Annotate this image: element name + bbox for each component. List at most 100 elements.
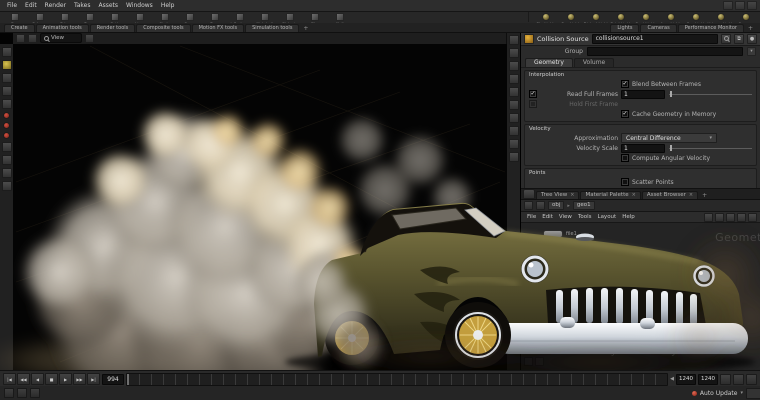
pane-tab[interactable]: Tree View×	[536, 191, 579, 200]
camera-pill[interactable]: No cam	[465, 53, 502, 63]
pointer-icon[interactable]	[704, 213, 713, 222]
shelf-tab[interactable]: Cameras	[640, 24, 676, 32]
menu-item[interactable]: Render	[41, 2, 70, 9]
shelf-tab[interactable]: Simulation tools	[245, 24, 299, 32]
group-picker-icon[interactable]: ▾	[747, 47, 756, 56]
zoom-in-icon[interactable]	[524, 357, 533, 366]
transport-button[interactable]: |◀	[3, 373, 16, 385]
viewport-mode-field[interactable]: View	[40, 33, 82, 43]
network-menu-item[interactable]: Edit	[539, 214, 556, 220]
secure-selection-icon[interactable]	[28, 34, 37, 43]
shelf-tab[interactable]: Lights	[610, 24, 639, 32]
transport-button[interactable]: ▶▶	[73, 373, 86, 385]
viewport-tool-icon[interactable]	[2, 168, 12, 178]
range-arrow-icon[interactable]: ◀	[670, 376, 674, 382]
read-full-frames-enable-checkbox[interactable]	[529, 90, 537, 98]
memory-monitor[interactable]	[746, 388, 760, 399]
group-input[interactable]	[587, 47, 743, 56]
menu-item[interactable]: Assets	[94, 2, 122, 9]
network-editor[interactable]: Geometry file1 Hold 6 or Pad0 to drag ha…	[521, 223, 760, 370]
network-menu-item[interactable]: File	[524, 214, 539, 220]
hold-first-frame-enable-checkbox[interactable]	[529, 100, 537, 108]
viewport-tool-icon[interactable]	[2, 73, 12, 83]
toolbar-icon[interactable]	[723, 1, 733, 10]
display-option-icon[interactable]	[509, 100, 519, 110]
message-log-icon[interactable]	[4, 388, 14, 398]
transport-button[interactable]: ▶|	[87, 373, 100, 385]
snapshot-icon[interactable]	[411, 52, 422, 63]
pane-split-icon[interactable]	[523, 189, 535, 199]
timeline-ruler[interactable]	[126, 373, 668, 386]
display-option-icon[interactable]	[509, 139, 519, 149]
display-option-icon[interactable]	[509, 126, 519, 136]
toolbar-icon[interactable]	[735, 1, 745, 10]
tab-volume[interactable]: Volume	[574, 58, 614, 67]
select-mode-icon[interactable]	[16, 34, 25, 43]
network-menu-item[interactable]: Layout	[595, 214, 620, 220]
shelf-tab[interactable]: Performance Monitor	[678, 24, 744, 32]
close-tab-icon[interactable]: ×	[570, 193, 574, 199]
shelf-tab[interactable]: Render tools	[90, 24, 135, 32]
display-option-icon[interactable]	[509, 87, 519, 97]
compute-angular-velocity-checkbox[interactable]	[621, 154, 629, 162]
network-menu-item[interactable]: Help	[619, 214, 638, 220]
help-flag-icon[interactable]	[17, 388, 27, 398]
transport-button[interactable]: ▶	[59, 373, 72, 385]
cook-mode-dropdown[interactable]: Auto Update	[700, 390, 743, 397]
breadcrumb-obj[interactable]: obj	[548, 201, 564, 210]
snap-icon[interactable]	[715, 213, 724, 222]
pane-tab[interactable]: Material Palette×	[580, 191, 640, 200]
read-full-frames-input[interactable]: 1	[621, 90, 665, 99]
network-node[interactable]: file1	[543, 230, 577, 238]
toolbar-icon[interactable]	[747, 1, 757, 10]
network-menu-item[interactable]: View	[556, 214, 575, 220]
menu-item[interactable]: Help	[157, 2, 179, 9]
zoom-out-icon[interactable]	[535, 357, 544, 366]
velocity-scale-input[interactable]: 1	[621, 144, 665, 153]
range-end-field[interactable]: 1240	[698, 374, 718, 385]
viewport-tool-icon[interactable]	[2, 181, 12, 191]
viewport-tool-icon[interactable]	[2, 142, 12, 152]
pane-tab[interactable]: Asset Browser×	[642, 191, 698, 200]
close-tab-icon[interactable]: ×	[632, 193, 636, 199]
tab-geometry[interactable]: Geometry	[525, 58, 573, 67]
shelf-tab[interactable]: Motion FX tools	[192, 24, 245, 32]
breadcrumb-geo[interactable]: geo1	[573, 201, 595, 210]
approximation-dropdown[interactable]: Central Difference	[621, 133, 717, 143]
viewport-tool-icon[interactable]	[2, 60, 12, 70]
current-frame-field[interactable]: 994	[102, 374, 124, 385]
menu-item[interactable]: Windows	[122, 2, 157, 9]
viewport-tool-icon[interactable]	[3, 132, 10, 139]
add-pane-tab-button[interactable]: +	[699, 192, 710, 199]
context-help-icon[interactable]	[30, 388, 40, 398]
back-arrow-icon[interactable]	[524, 201, 533, 210]
viewport-tool-icon[interactable]	[3, 122, 10, 129]
display-option-icon[interactable]	[509, 74, 519, 84]
scatter-points-checkbox[interactable]	[621, 178, 629, 186]
forward-arrow-icon[interactable]	[536, 201, 545, 210]
node-name-field[interactable]: collisionsource1	[592, 34, 718, 44]
realtime-toggle-icon[interactable]	[733, 374, 744, 385]
transport-button[interactable]: ■	[45, 373, 58, 385]
viewport-tool-icon[interactable]	[2, 86, 12, 96]
read-full-frames-slider[interactable]	[668, 90, 754, 98]
menu-item[interactable]: File	[3, 2, 21, 9]
display-option-icon[interactable]	[509, 35, 519, 45]
display-option-icon[interactable]	[509, 48, 519, 58]
gear-icon[interactable]: ●	[747, 34, 757, 44]
grid-icon[interactable]	[726, 213, 735, 222]
shelf-tab[interactable]: Composite tools	[136, 24, 190, 32]
network-menu-item[interactable]: Tools	[575, 214, 595, 220]
selection-filter-icon[interactable]	[85, 34, 94, 43]
scene-viewport[interactable]: View persp1 No cam	[0, 32, 520, 370]
velocity-scale-slider[interactable]	[668, 144, 754, 152]
viewport-tool-icon[interactable]	[2, 47, 12, 57]
close-tab-icon[interactable]: ×	[689, 193, 693, 199]
range-start-field[interactable]: 1240	[676, 374, 696, 385]
shelf-tab[interactable]: Create	[4, 24, 35, 32]
menu-item[interactable]: Takes	[70, 2, 94, 9]
add-shelf-tab-button[interactable]: +	[745, 25, 756, 32]
transport-button[interactable]: ◀	[31, 373, 44, 385]
layout-nodes-icon[interactable]	[737, 213, 746, 222]
view-name-pill[interactable]: persp1	[426, 53, 461, 63]
